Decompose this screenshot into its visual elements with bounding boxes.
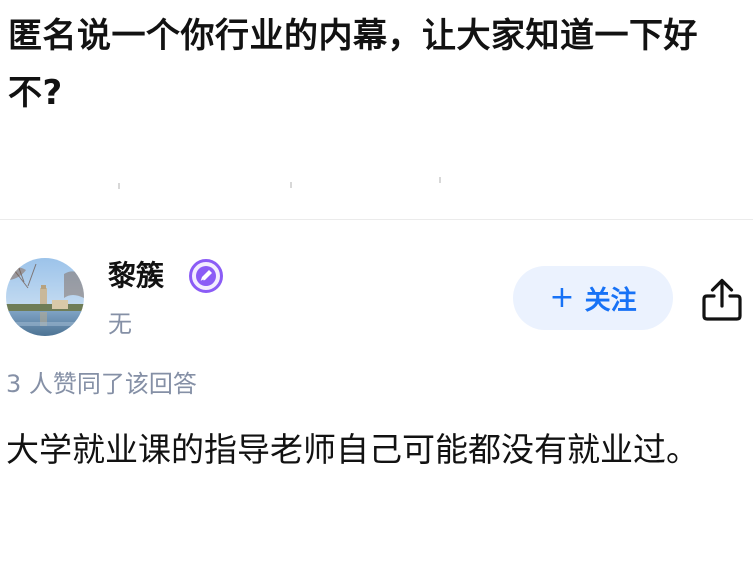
follow-button[interactable]: + 关注	[513, 266, 673, 330]
plus-icon: +	[549, 280, 575, 315]
faint-mark	[439, 177, 441, 183]
faint-mark	[290, 182, 292, 188]
vote-count-text: 3 人赞同了该回答	[6, 370, 197, 398]
pen-badge-icon	[189, 259, 223, 293]
follow-button-label: 关注	[584, 285, 637, 316]
answer-content: 大学就业课的指导老师自己可能都没有就业过。	[6, 430, 699, 469]
share-icon[interactable]	[700, 276, 744, 322]
author-name[interactable]: 黎簇	[108, 258, 164, 294]
divider	[0, 219, 753, 220]
campus-photo-avatar-image	[6, 258, 84, 336]
faint-mark	[118, 183, 120, 189]
question-title: 匿名说一个你行业的内幕，让大家知道一下好不?	[8, 16, 698, 113]
avatar[interactable]	[6, 258, 84, 336]
author-bio: 无	[108, 310, 132, 338]
